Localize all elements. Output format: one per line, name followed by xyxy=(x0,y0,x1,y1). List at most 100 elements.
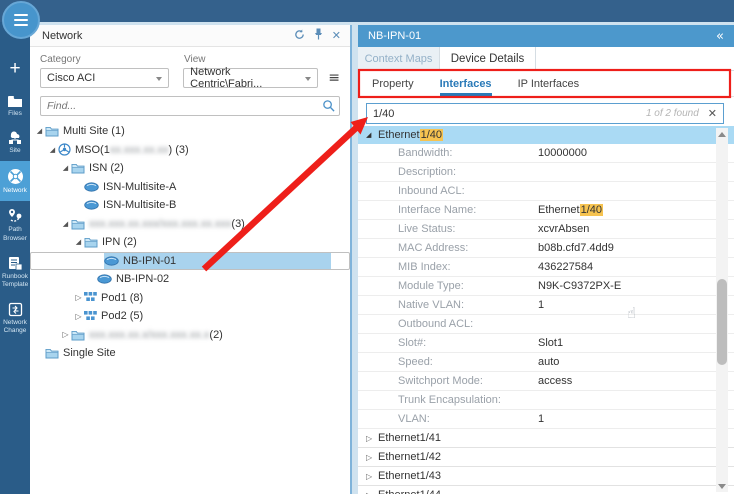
collapse-panel-icon[interactable]: « xyxy=(716,29,724,44)
tree-item-label: Pod1 (8) xyxy=(101,292,143,304)
chevron-down-icon xyxy=(305,77,311,81)
tree-item-label: NB-IPN-02 xyxy=(116,273,169,285)
property-label: Bandwidth: xyxy=(358,147,452,159)
property-value: 1 xyxy=(538,299,544,311)
sidebar-item-network[interactable]: Network xyxy=(0,161,30,201)
tree-item-nb-ipn-01[interactable]: NB-IPN-01 xyxy=(30,252,350,271)
refresh-icon[interactable] xyxy=(294,29,305,43)
expand-node-icon[interactable]: ▷ xyxy=(73,312,84,321)
tab-context-maps[interactable]: Context Maps xyxy=(358,47,440,70)
expand-node-icon[interactable]: ▷ xyxy=(73,293,84,302)
clear-search-icon[interactable]: ✕ xyxy=(708,107,717,120)
collapse-node-icon[interactable]: ◢ xyxy=(366,131,378,139)
property-row-slot: Slot#:Slot1 xyxy=(358,334,734,353)
redacted-text: xx.xxx.xx.xx xyxy=(110,144,169,156)
pod-icon xyxy=(84,311,97,322)
pin-icon[interactable] xyxy=(314,28,323,43)
interface-row-ethernet1-41[interactable]: ▷Ethernet1/41 xyxy=(358,429,734,448)
sidebar-item-add[interactable]: + xyxy=(0,58,30,88)
expand-node-icon[interactable]: ▷ xyxy=(366,453,378,462)
property-label: Outbound ACL: xyxy=(358,318,473,330)
collapse-node-icon[interactable]: ◢ xyxy=(34,127,45,135)
sidebar-item-files[interactable]: Files xyxy=(0,88,30,124)
interface-search-input[interactable]: 1/40 1 of 2 found ✕ xyxy=(366,103,724,124)
device-panel: NB-IPN-01 « Context Maps Device Details … xyxy=(358,25,734,494)
interface-row-ethernet1-43[interactable]: ▷Ethernet1/43 xyxy=(358,467,734,486)
property-label: Inbound ACL: xyxy=(358,185,465,197)
tree-item-xxx-xxx-xx-x-xxx-xxx-xx-x-2[interactable]: ▷xxx.xxx.xx.x/xxx.xxx.xx.x (2) xyxy=(30,326,350,345)
tree-find-input[interactable] xyxy=(40,96,340,116)
category-label: Category xyxy=(40,54,184,65)
property-label: Live Status: xyxy=(358,223,455,235)
tree-item-label: Pod2 (5) xyxy=(101,310,143,322)
property-row-switchport-mode: Switchport Mode:access xyxy=(358,372,734,391)
expand-node-icon[interactable]: ▷ xyxy=(60,330,71,339)
expand-node-icon[interactable]: ▷ xyxy=(366,491,378,494)
network-panel-title: Network xyxy=(30,30,294,42)
interface-row-ethernet1-42[interactable]: ▷Ethernet1/42 xyxy=(358,448,734,467)
collapse-node-icon[interactable]: ◢ xyxy=(47,146,58,154)
collapse-node-icon[interactable]: ◢ xyxy=(73,238,84,246)
interface-name: Ethernet1/41 xyxy=(378,432,441,444)
tree-item-multi-site-1[interactable]: ◢ Multi Site (1) xyxy=(30,122,350,141)
tree-item-nb-ipn-02[interactable]: NB-IPN-02 xyxy=(30,270,350,289)
category-select[interactable]: Cisco ACI xyxy=(40,68,169,88)
property-label: Speed: xyxy=(358,356,433,368)
scroll-down-arrow-icon[interactable] xyxy=(718,482,726,490)
tree-item-single-site[interactable]: Single Site xyxy=(30,344,350,363)
tree-item-isn-multisite-a[interactable]: ISN-Multisite-A xyxy=(30,178,350,197)
view-select[interactable]: Network Centric\Fabri... xyxy=(183,68,318,88)
interface-name: Ethernet1/43 xyxy=(378,470,441,482)
tree-item-pod1-8[interactable]: ▷ Pod1 (8) xyxy=(30,289,350,308)
runbook-icon xyxy=(8,256,23,271)
close-icon[interactable]: ✕ xyxy=(332,29,341,42)
tree-item-label: MSO(1 xyxy=(75,144,110,156)
sidebar: + Files Site Network Path Browser Runboo… xyxy=(0,22,30,494)
property-label: Trunk Encapsulation: xyxy=(358,394,501,406)
property-label: MAC Address: xyxy=(358,242,468,254)
sidebar-item-path-browser[interactable]: Path Browser xyxy=(0,201,30,248)
app-menu-button[interactable] xyxy=(2,1,40,39)
tree-item-label: Single Site xyxy=(63,347,116,359)
tree-item-isn-2[interactable]: ◢ ISN (2) xyxy=(30,159,350,178)
property-row-bandwidth: Bandwidth:10000000 xyxy=(358,144,734,163)
device-icon xyxy=(84,182,99,192)
property-label: Switchport Mode: xyxy=(358,375,483,387)
tree-item-label: ISN (2) xyxy=(89,162,124,174)
property-label: MIB Index: xyxy=(358,261,451,273)
tree-item-isn-multisite-b[interactable]: ISN-Multisite-B xyxy=(30,196,350,215)
tree-item-xxx-xxx-xx-xxx-xxx-xxx-xx-xx[interactable]: ◢xxx.xxx.xx.xxx/xxx.xxx.xx.xxx (3) xyxy=(30,215,350,234)
interface-name: Ethernet1/42 xyxy=(378,451,441,463)
subtab-interfaces[interactable]: Interfaces xyxy=(440,71,492,96)
mso-icon xyxy=(58,143,71,156)
expand-node-icon[interactable]: ▷ xyxy=(366,434,378,443)
tree-item-label: ) (3) xyxy=(169,144,189,156)
tree-item-mso-1xx-xxx-xx-xx-3[interactable]: ◢ MSO(1xx.xxx.xx.xx) (3) xyxy=(30,141,350,160)
subtab-bar: Property Interfaces IP Interfaces xyxy=(358,71,734,97)
expand-node-icon[interactable]: ▷ xyxy=(366,472,378,481)
view-menu-button[interactable]: ≡ xyxy=(328,73,340,83)
subtab-ip-interfaces[interactable]: IP Interfaces xyxy=(518,71,580,96)
tree-item-pod2-5[interactable]: ▷ Pod2 (5) xyxy=(30,307,350,326)
subtab-property[interactable]: Property xyxy=(372,71,414,96)
redacted-text: xxx.xxx.xx.x/xxx.xxx.xx.x xyxy=(89,329,209,341)
search-result-count: 1 of 2 found xyxy=(646,108,699,119)
property-label: Interface Name: xyxy=(358,204,476,216)
tree-item-ipn-2[interactable]: ◢IPN (2) xyxy=(30,233,350,252)
sidebar-item-site[interactable]: Site xyxy=(0,124,30,161)
collapse-node-icon[interactable]: ◢ xyxy=(60,220,71,228)
interface-list-scrollbar[interactable] xyxy=(716,128,728,492)
sidebar-item-network-change[interactable]: Network Change xyxy=(0,295,30,341)
find-search-icon[interactable] xyxy=(322,99,335,115)
tab-device-details[interactable]: Device Details xyxy=(440,47,536,70)
scrollbar-thumb[interactable] xyxy=(717,279,727,365)
property-row-live-status: Live Status:xcvrAbsen xyxy=(358,220,734,239)
sidebar-item-runbook-template[interactable]: Runbook Template xyxy=(0,249,30,295)
tree-item-label: Multi Site (1) xyxy=(63,125,125,137)
property-row-speed: Speed:auto xyxy=(358,353,734,372)
scroll-up-arrow-icon[interactable] xyxy=(718,130,726,138)
interface-row-ethernet1-40[interactable]: ◢Ethernet1/40 xyxy=(358,126,734,144)
interface-row-ethernet1-44[interactable]: ▷Ethernet1/44 xyxy=(358,486,734,494)
collapse-node-icon[interactable]: ◢ xyxy=(60,164,71,172)
interface-name: Ethernet1/44 xyxy=(378,489,441,494)
